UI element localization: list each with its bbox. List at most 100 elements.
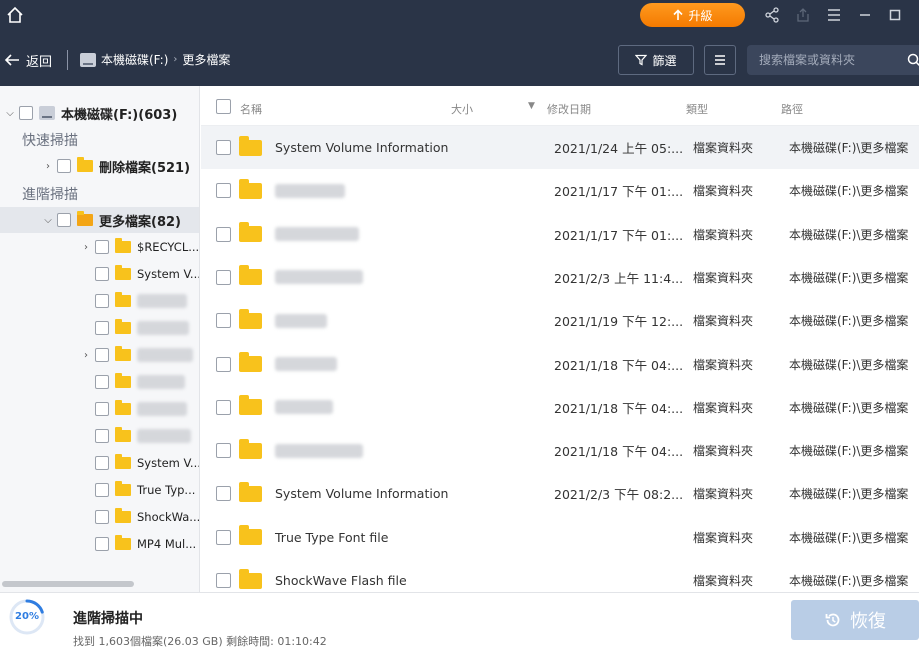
row-checkbox[interactable] [216, 573, 231, 588]
column-modified[interactable]: 修改日期 [547, 101, 591, 117]
redacted-label [137, 348, 193, 362]
folder-icon [115, 238, 131, 253]
tree-subfolder-item[interactable]: › $RECYCL... [80, 234, 199, 260]
chevron-down-icon[interactable]: ⌵ [4, 108, 16, 119]
tree-checkbox[interactable] [95, 267, 109, 281]
menu-icon[interactable] [825, 6, 843, 24]
table-row[interactable]: True Type Font file 檔案資料夾 本機磁碟(F:)\更多檔案 [201, 516, 919, 559]
column-size[interactable]: 大小 [451, 101, 473, 117]
table-row[interactable]: System Volume Information 2021/2/3 下午 08:… [201, 472, 919, 515]
tree-subfolder-item[interactable]: ShockWa... [80, 504, 199, 530]
filter-label: 篩選 [652, 53, 677, 68]
upgrade-button[interactable]: 升級 [640, 3, 745, 27]
chevron-right-icon[interactable]: › [80, 242, 92, 253]
row-checkbox[interactable] [216, 140, 231, 155]
file-name: ShockWave Flash file [275, 573, 407, 588]
tree-root-drive[interactable]: ⌵ 本機磁碟(F:)(603) [4, 100, 177, 126]
file-type: 檔案資料夾 [693, 530, 754, 545]
tree-subfolder-item[interactable]: System V... [80, 450, 199, 476]
more-files-label: 更多檔案(82) [99, 214, 181, 230]
breadcrumb-drive[interactable]: 本機磁碟(F:) [101, 51, 168, 68]
folder-icon [239, 265, 262, 286]
row-checkbox[interactable] [216, 529, 231, 545]
tree-checkbox[interactable] [95, 537, 109, 551]
row-checkbox[interactable] [216, 226, 231, 242]
tree-subfolder-item[interactable]: MP4 Mul... [80, 531, 196, 557]
maximize-icon[interactable] [886, 6, 904, 24]
row-checkbox[interactable] [216, 269, 231, 285]
tree-checkbox[interactable] [19, 106, 33, 120]
table-row[interactable]: System Volume Information 2021/1/24 上午 05… [201, 126, 919, 169]
filter-button[interactable]: 篩選 [618, 45, 694, 75]
table-row[interactable]: 2021/1/18 下午 04:... 檔案資料夾 本機磁碟(F:)\更多檔案 [201, 343, 919, 386]
table-row[interactable]: 2021/1/19 下午 12:... 檔案資料夾 本機磁碟(F:)\更多檔案 [201, 299, 919, 342]
chevron-right-icon[interactable]: › [42, 161, 54, 172]
tree-checkbox[interactable] [95, 375, 109, 389]
tree-item-more-files[interactable]: ⌵ 更多檔案(82) [42, 207, 181, 233]
tree-checkbox[interactable] [57, 213, 71, 227]
table-row[interactable]: 2021/1/17 下午 01:... 檔案資料夾 本機磁碟(F:)\更多檔案 [201, 213, 919, 256]
row-checkbox[interactable] [216, 313, 231, 329]
search-icon[interactable] [907, 53, 919, 67]
tree-subfolder-item[interactable] [80, 288, 187, 314]
file-list: 名稱 大小 ▼ 修改日期 類型 路徑 System Volume Informa… [201, 86, 919, 592]
home-icon[interactable] [5, 5, 25, 25]
tree-subfolder-item[interactable] [80, 396, 187, 422]
tree-checkbox[interactable] [95, 456, 109, 470]
row-checkbox[interactable] [216, 356, 231, 372]
tree-checkbox[interactable] [95, 402, 109, 416]
folder-icon [115, 400, 131, 415]
redacted-file-name [275, 227, 359, 242]
tree-subfolder-item[interactable]: › [80, 342, 193, 368]
minimize-icon[interactable] [856, 6, 874, 24]
tree-subfolder-item[interactable] [80, 315, 189, 341]
tree-checkbox[interactable] [95, 510, 109, 524]
folder-icon [239, 525, 262, 546]
tree-checkbox[interactable] [95, 321, 109, 335]
sort-down-icon[interactable]: ▼ [528, 101, 535, 111]
breadcrumb-folder[interactable]: 更多檔案 [182, 51, 230, 68]
column-path[interactable]: 路徑 [781, 101, 803, 117]
back-button[interactable]: 返回 [4, 50, 52, 70]
share-icon[interactable] [763, 6, 781, 24]
table-row[interactable]: 2021/1/17 下午 01:... 檔案資料夾 本機磁碟(F:)\更多檔案 [201, 169, 919, 212]
row-checkbox[interactable] [216, 486, 231, 502]
tree-checkbox[interactable] [95, 348, 109, 362]
folder-icon [115, 454, 131, 469]
select-all-checkbox[interactable] [216, 99, 231, 114]
row-checkbox[interactable] [216, 183, 231, 199]
tree-subfolder-item[interactable]: System V... [80, 261, 199, 287]
chevron-right-icon[interactable]: › [80, 350, 92, 361]
folder-icon [115, 535, 131, 550]
file-type: 檔案資料夾 [693, 184, 754, 199]
tree-subfolder-item[interactable]: True Typ... [80, 477, 195, 503]
title-bar: 升級 [0, 0, 919, 30]
scan-status-detail: 找到 1,603個檔案(26.03 GB) 剩餘時間: 01:10:42 [73, 635, 327, 648]
tree-subfolder-item[interactable] [80, 423, 191, 449]
chevron-down-icon[interactable]: ⌵ [42, 215, 54, 226]
tree-checkbox[interactable] [95, 294, 109, 308]
tree-checkbox[interactable] [95, 483, 109, 497]
search-input[interactable] [747, 45, 919, 75]
tree-checkbox[interactable] [57, 159, 71, 173]
column-type[interactable]: 類型 [686, 101, 708, 117]
table-row[interactable]: 2021/1/18 下午 04:... 檔案資料夾 本機磁碟(F:)\更多檔案 [201, 386, 919, 429]
tree-checkbox[interactable] [95, 429, 109, 443]
row-checkbox[interactable] [216, 443, 231, 459]
list-view-icon [715, 55, 725, 65]
scrollbar-thumb[interactable] [2, 581, 134, 587]
row-checkbox[interactable] [216, 399, 231, 415]
special-folder-icon [77, 211, 93, 226]
view-toggle-button[interactable] [704, 45, 736, 75]
column-name[interactable]: 名稱 [240, 101, 262, 117]
export-icon[interactable] [794, 6, 812, 24]
horizontal-scrollbar[interactable] [2, 580, 199, 588]
tree-subfolder-item[interactable] [80, 369, 185, 395]
recover-button[interactable]: 恢復 [791, 600, 919, 640]
file-modified-date: 2021/1/24 上午 05:... [554, 141, 684, 156]
table-row[interactable]: 2021/1/18 下午 04:... 檔案資料夾 本機磁碟(F:)\更多檔案 [201, 429, 919, 472]
table-row[interactable]: 2021/2/3 上午 11:4... 檔案資料夾 本機磁碟(F:)\更多檔案 [201, 256, 919, 299]
table-row[interactable]: ShockWave Flash file 檔案資料夾 本機磁碟(F:)\更多檔案 [201, 559, 919, 592]
tree-checkbox[interactable] [95, 240, 109, 254]
tree-item-deleted[interactable]: › 刪除檔案(521) [42, 153, 190, 179]
